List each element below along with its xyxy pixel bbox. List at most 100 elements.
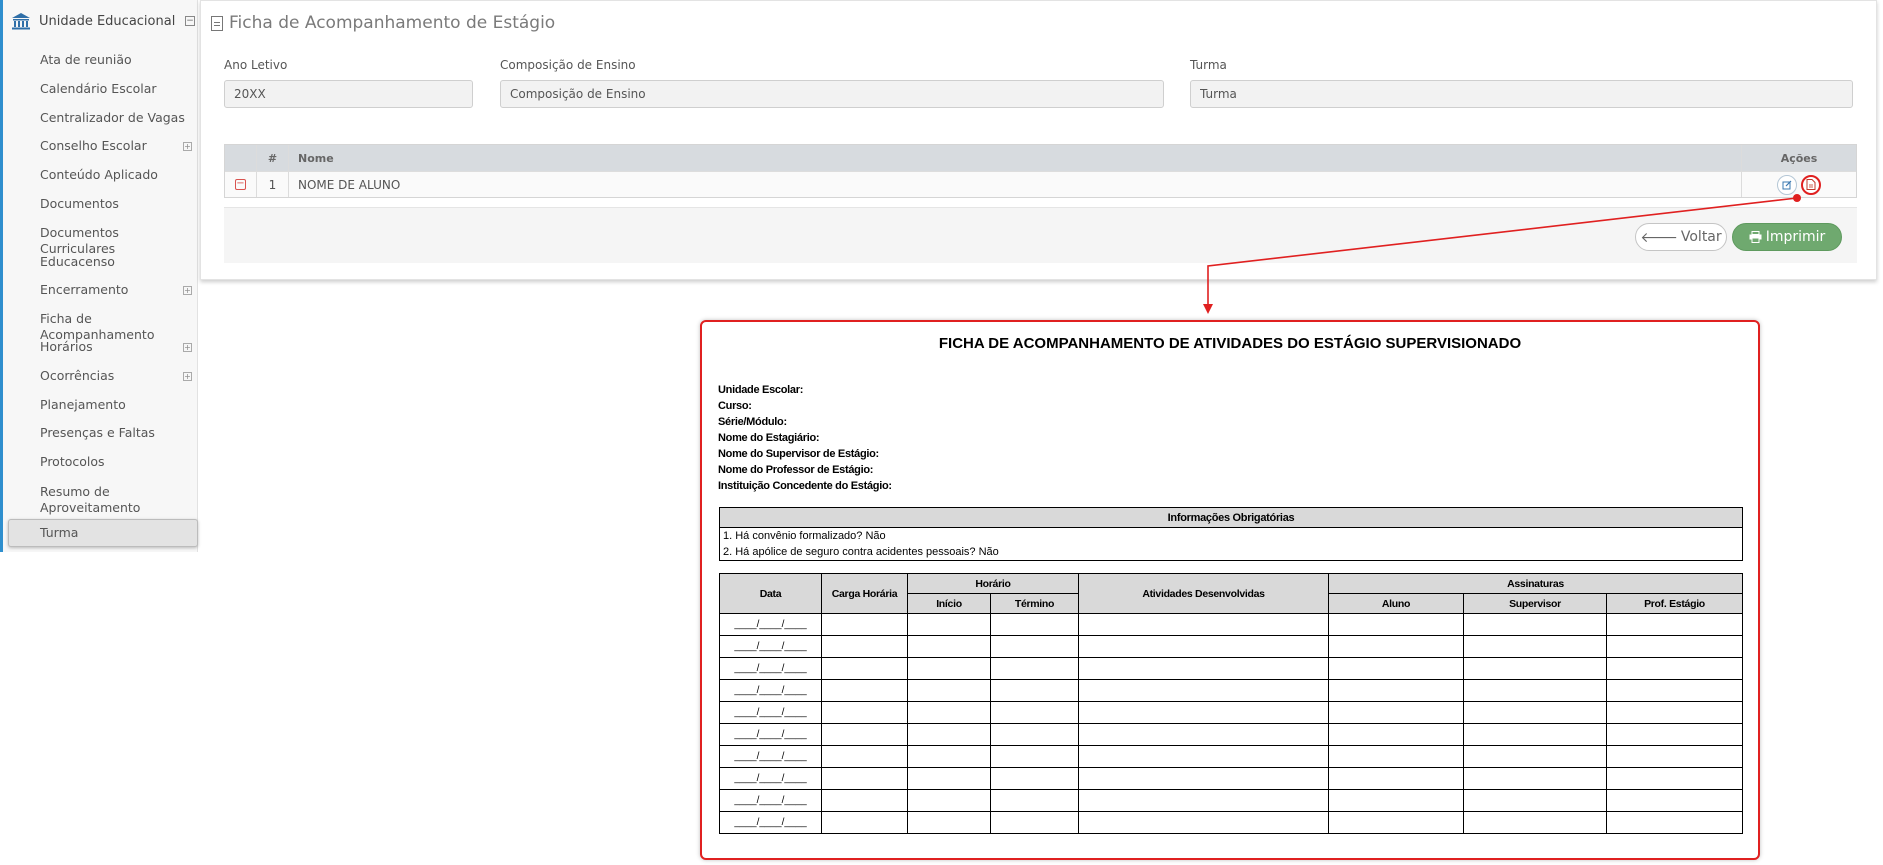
print-document-button[interactable] (1801, 174, 1821, 195)
table-cell (1463, 657, 1607, 680)
table-cell (1328, 811, 1464, 834)
turma-input[interactable] (1190, 80, 1853, 108)
table-cell (821, 811, 908, 834)
table-row: ____/____/____ (719, 635, 1743, 658)
table-cell (907, 635, 991, 658)
sidebar-item-label: Protocolos (40, 454, 105, 469)
collapse-icon[interactable]: − (185, 16, 195, 26)
table-cell (990, 613, 1079, 636)
info-line: 2. Há apólice de seguro contra acidentes… (723, 546, 999, 558)
table-cell (990, 635, 1079, 658)
table-cell (1078, 613, 1329, 636)
date-cell: ____/____/____ (719, 745, 822, 768)
expand-icon[interactable]: + (183, 343, 192, 352)
col-number[interactable]: # (257, 145, 289, 171)
table-cell (1328, 613, 1464, 636)
table-cell (1606, 657, 1743, 680)
sidebar-item-turma-highlight (8, 519, 198, 547)
sidebar-item[interactable]: Encerramento (40, 282, 128, 298)
table-cell (1328, 657, 1464, 680)
document-field-label: Unidade Escolar: (718, 384, 804, 396)
date-cell: ____/____/____ (719, 679, 822, 702)
sidebar-header-label: Unidade Educacional (39, 13, 176, 29)
table-cell (1463, 811, 1607, 834)
ano-letivo-input[interactable] (224, 80, 473, 108)
sidebar-item-label: Ocorrências (40, 368, 115, 383)
row-name: NOME DE ALUNO (289, 172, 1742, 197)
table-cell (907, 657, 991, 680)
table-cell (1606, 745, 1743, 768)
table-cell (1078, 767, 1329, 790)
table-cell (1463, 679, 1607, 702)
expand-icon[interactable]: + (183, 286, 192, 295)
ano-letivo-label: Ano Letivo (224, 58, 288, 72)
sidebar-item[interactable]: Planejamento (40, 397, 126, 413)
sidebar-item[interactable]: Presenças e Faltas (40, 425, 155, 441)
table-cell (990, 767, 1079, 790)
sidebar-item[interactable]: Ocorrências (40, 368, 114, 384)
th-termino: Término (990, 593, 1079, 614)
document-title: FICHA DE ACOMPANHAMENTO DE ATIVIDADES DO… (938, 335, 1522, 352)
table-cell (1463, 767, 1607, 790)
table-row: ____/____/____ (719, 789, 1743, 812)
sidebar-item-label: Resumo de (40, 484, 110, 499)
table-cell (1328, 745, 1464, 768)
sidebar-item-label: Conselho Escolar (40, 138, 147, 153)
table-cell (990, 745, 1079, 768)
table-cell (1078, 679, 1329, 702)
table-cell (907, 613, 991, 636)
table-cell (990, 657, 1079, 680)
table-cell (907, 811, 991, 834)
page-title: Ficha de Acompanhamento de Estágio (211, 13, 555, 33)
sidebar-item[interactable]: Horários (40, 339, 93, 355)
expand-icon[interactable]: + (183, 372, 192, 381)
document-preview: FICHA DE ACOMPANHAMENTO DE ATIVIDADES DO… (700, 320, 1760, 860)
sidebar-item-label: Presenças e Faltas (40, 425, 155, 440)
sidebar-header[interactable]: Unidade Educacional − (11, 8, 195, 34)
table-cell (1606, 635, 1743, 658)
sidebar-item-label: Turma (40, 525, 79, 540)
composicao-input[interactable] (500, 80, 1164, 108)
date-cell: ____/____/____ (719, 811, 822, 834)
print-button[interactable]: Imprimir (1732, 223, 1842, 251)
col-name[interactable]: Nome (289, 145, 1742, 171)
info-line: 1. Há convênio formalizado? Não (723, 530, 886, 542)
th-assinaturas: Assinaturas (1328, 573, 1743, 594)
sidebar-item-label: Documentos (40, 196, 119, 211)
sidebar-item-label: Aproveitamento (40, 500, 141, 515)
table-cell (821, 789, 908, 812)
table-cell (1606, 679, 1743, 702)
sidebar-item[interactable]: Conselho Escolar (40, 138, 147, 154)
sidebar-item[interactable]: Ata de reunião (40, 52, 132, 68)
table-cell (1606, 789, 1743, 812)
date-cell: ____/____/____ (719, 613, 822, 636)
sidebar-item[interactable]: Centralizador de Vagas (40, 110, 185, 126)
table-cell (1606, 701, 1743, 724)
sidebar-item[interactable]: Turma (40, 525, 78, 541)
sidebar-item[interactable]: Documentos (40, 196, 119, 212)
pdf-file-icon (1806, 179, 1816, 190)
expand-icon[interactable]: + (183, 142, 192, 151)
date-cell: ____/____/____ (719, 767, 822, 790)
sidebar-item[interactable]: Protocolos (40, 454, 105, 470)
composicao-label: Composição de Ensino (500, 58, 636, 72)
row-number: 1 (257, 172, 289, 197)
date-cell: ____/____/____ (719, 701, 822, 724)
edit-button[interactable] (1777, 174, 1797, 195)
table-cell (1328, 679, 1464, 702)
required-info-header: Informações Obrigatórias (720, 508, 1742, 528)
students-grid: # Nome Ações − 1 NOME DE ALUNO (224, 144, 1857, 198)
table-cell (821, 635, 908, 658)
sidebar-item[interactable]: Educacenso (40, 254, 115, 270)
sidebar-item[interactable]: Calendário Escolar (40, 81, 157, 97)
turma-label: Turma (1190, 58, 1227, 72)
sidebar-item[interactable]: Resumo de Aproveitamento (40, 484, 140, 516)
th-supervisor: Supervisor (1463, 593, 1607, 614)
sidebar-item[interactable]: Documentos Curriculares (40, 225, 197, 257)
sidebar-item[interactable]: Conteúdo Aplicado (40, 167, 158, 183)
grid-header: # Nome Ações (225, 145, 1856, 171)
print-button-label: Imprimir (1765, 229, 1826, 245)
remove-icon[interactable]: − (235, 179, 246, 190)
back-button[interactable]: 🡐 Voltar (1635, 223, 1727, 251)
sidebar-item-label: Ficha de Acompanhamento (40, 311, 155, 342)
